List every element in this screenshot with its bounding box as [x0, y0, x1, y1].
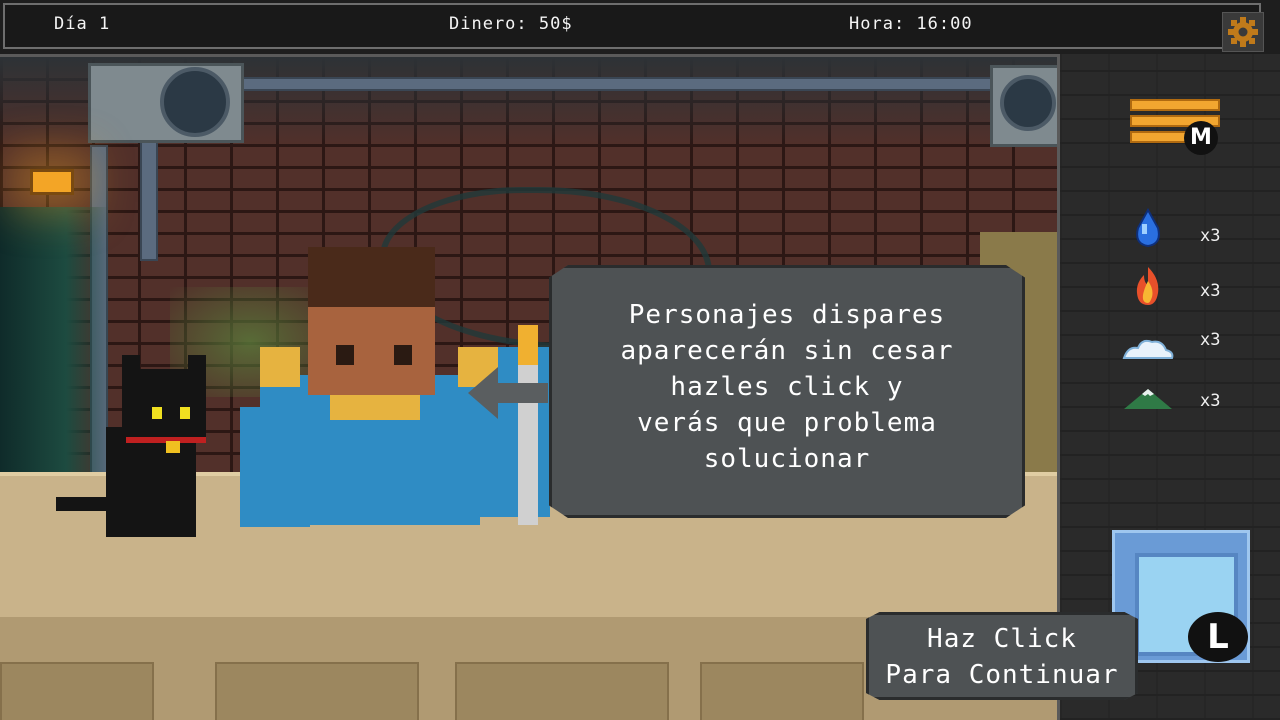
- journal-key-badge: L: [1188, 612, 1248, 662]
- staff-tip: [518, 325, 538, 365]
- cat-eye: [180, 407, 190, 419]
- resource-earth[interactable]: x3: [1120, 383, 1230, 423]
- resource-count: x3: [1200, 330, 1221, 350]
- menu-key-badge: M: [1184, 121, 1218, 155]
- vent-fan-icon: [1000, 75, 1056, 131]
- resource-count: x3: [1200, 226, 1221, 246]
- mountain-icon: [1124, 389, 1172, 409]
- customer-eye: [394, 345, 412, 365]
- water-drop-icon: [1136, 208, 1160, 248]
- cat-eye: [152, 407, 162, 419]
- black-cat[interactable]: [56, 355, 206, 537]
- dialog-text: Personajes dispares aparecerán sin cesar…: [620, 299, 954, 474]
- vent-fan-icon: [160, 67, 230, 137]
- arrow-left-icon: [468, 367, 548, 419]
- fire-icon: [1136, 267, 1159, 305]
- customer-eye: [336, 345, 354, 365]
- resource-fire[interactable]: x3: [1120, 265, 1230, 305]
- resource-air[interactable]: x3: [1120, 330, 1230, 370]
- top-hud: Día 1 Dinero: 50$ Hora: 16:00: [0, 0, 1280, 54]
- wall-lamp: [30, 169, 74, 195]
- continue-line-1: Haz Click: [927, 624, 1077, 654]
- continue-line-2: Para Continuar: [885, 660, 1119, 690]
- customer-glove: [260, 347, 300, 387]
- counter-panel: [0, 662, 154, 720]
- continue-button[interactable]: Haz Click Para Continuar: [866, 612, 1138, 700]
- menu-button[interactable]: M: [1130, 99, 1220, 155]
- counter-panel: [215, 662, 419, 720]
- resource-count: x3: [1200, 391, 1221, 411]
- money-counter: Dinero: 50$: [449, 14, 573, 34]
- menu-bar: [1130, 131, 1190, 143]
- cat-ear: [188, 355, 206, 375]
- menu-bar: [1130, 99, 1220, 111]
- counter-panel: [700, 662, 864, 720]
- pipe: [140, 137, 158, 261]
- hud-frame: [3, 3, 1261, 49]
- resource-count: x3: [1200, 281, 1221, 301]
- cat-ear: [122, 355, 140, 375]
- cat-body: [106, 427, 196, 537]
- day-counter: Día 1: [54, 14, 111, 34]
- dialog-bubble[interactable]: Personajes dispares aparecerán sin cesar…: [549, 265, 1025, 518]
- gear-icon: [1228, 17, 1258, 47]
- customer-hair: [308, 247, 435, 307]
- settings-button[interactable]: [1222, 12, 1264, 52]
- clock: Hora: 16:00: [849, 14, 973, 34]
- resource-water[interactable]: x3: [1120, 208, 1230, 248]
- cloud-icon: [1122, 339, 1174, 359]
- counter-panel: [455, 662, 669, 720]
- pipe: [140, 77, 1044, 91]
- cat-tag: [166, 441, 180, 453]
- cat-head: [122, 355, 206, 439]
